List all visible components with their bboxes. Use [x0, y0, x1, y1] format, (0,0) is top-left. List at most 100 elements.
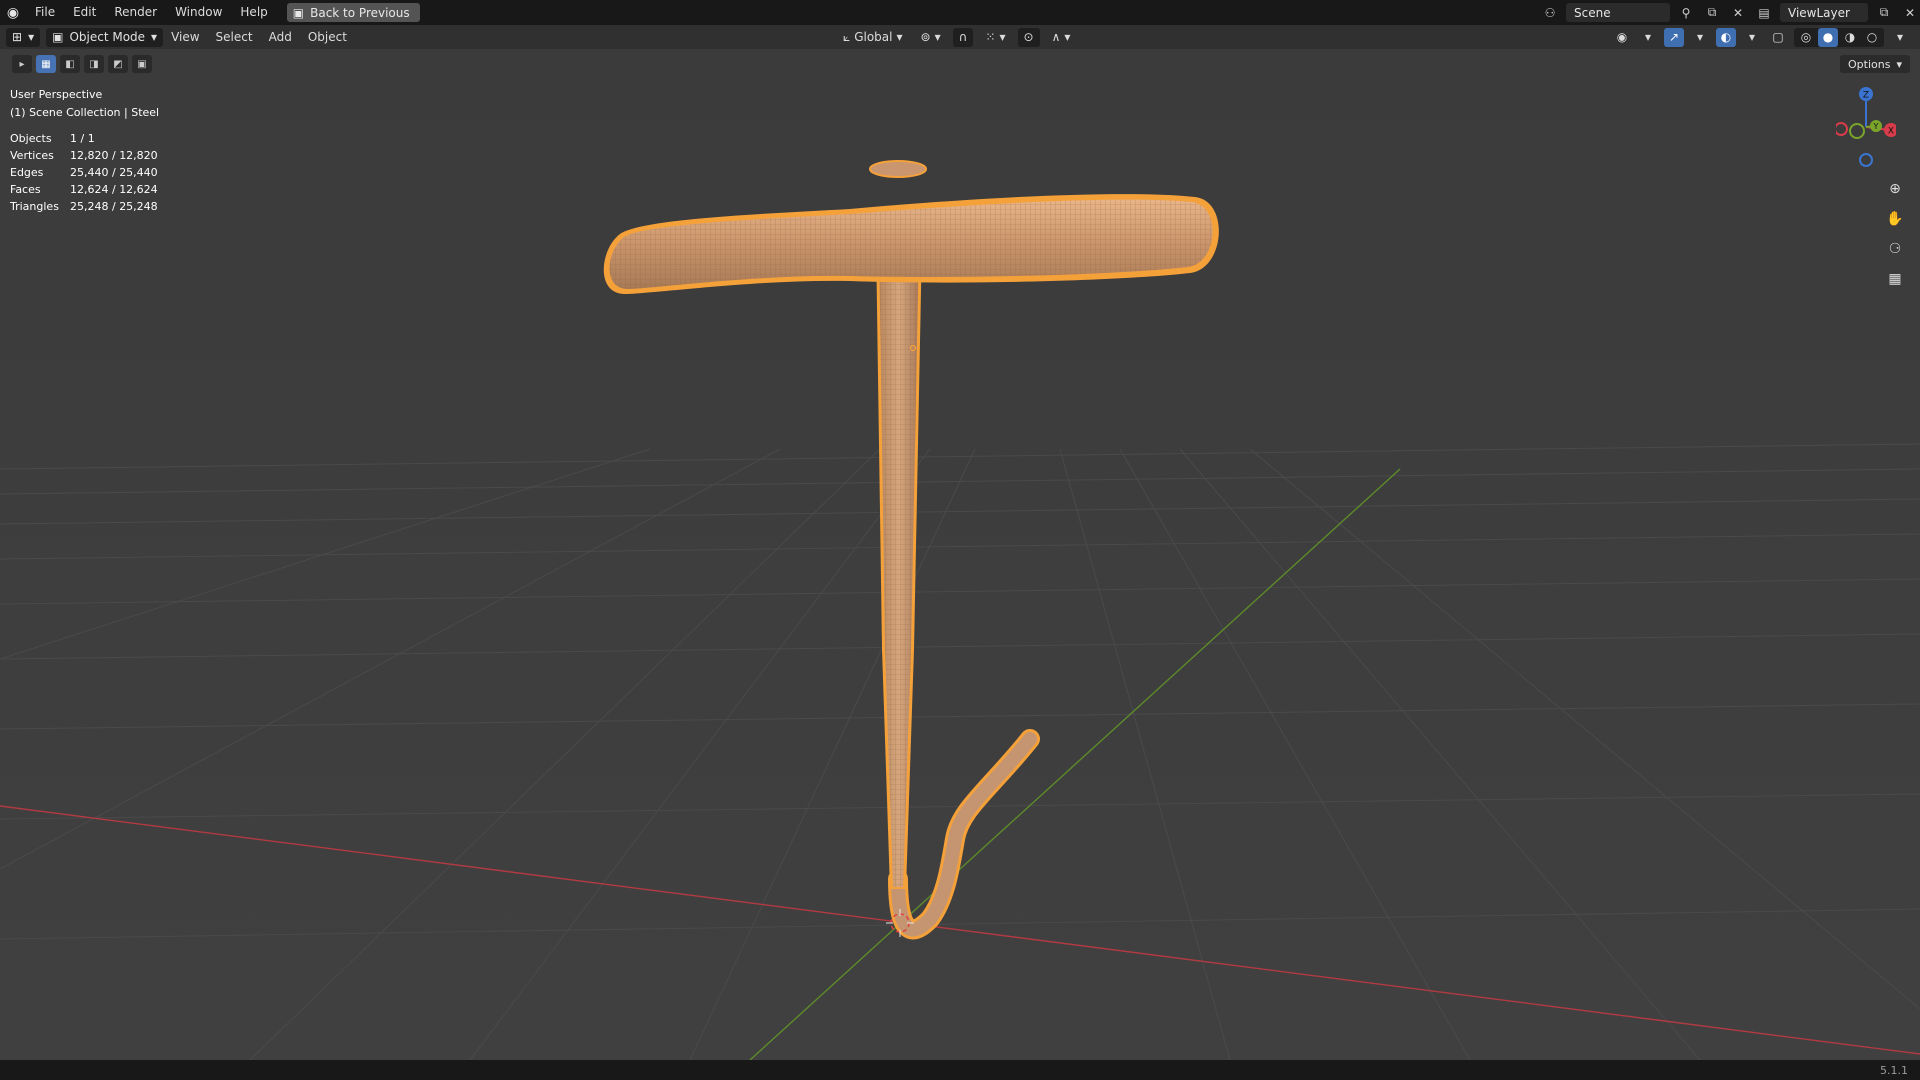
menu-add[interactable]: Add: [261, 30, 300, 44]
back-to-previous-button[interactable]: ▣ Back to Previous: [286, 3, 420, 22]
chevron-down-icon[interactable]: ▾: [1638, 28, 1658, 47]
view-layer-selector[interactable]: ViewLayer: [1780, 3, 1868, 22]
perspective-label: User Perspective: [10, 88, 103, 101]
view-layer-icon[interactable]: ▤: [1754, 3, 1774, 22]
options-dropdown[interactable]: Options ▾: [1840, 55, 1910, 73]
orthographic-grid-icon[interactable]: ▦: [1882, 266, 1908, 292]
viewport-canvas[interactable]: [0, 49, 1920, 1060]
close-layer-icon[interactable]: ✕: [1900, 3, 1920, 22]
material-shading-icon[interactable]: ◑: [1840, 28, 1860, 47]
version-label: 5.1.1: [1880, 1063, 1908, 1077]
scene-type-icon[interactable]: ⚇: [1540, 3, 1560, 22]
wireframe-shading-icon[interactable]: ◎: [1796, 28, 1816, 47]
zoom-icon[interactable]: ⊕: [1882, 176, 1908, 202]
blender-logo-icon[interactable]: ◉: [0, 0, 26, 25]
gizmo-z-label: Z: [1863, 91, 1869, 101]
stat-value: 25,248 / 25,248: [70, 200, 158, 213]
gizmo-x-label: X: [1888, 127, 1894, 137]
proportional-edit-toggle[interactable]: ⊙: [1017, 27, 1040, 47]
scene-selector[interactable]: Scene: [1566, 3, 1670, 22]
collection-label: (1) Scene Collection | Steel: [10, 106, 160, 119]
chevron-down-icon: ▾: [934, 30, 941, 44]
menu-object[interactable]: Object: [300, 30, 355, 44]
stat-value: 25,440 / 25,440: [70, 166, 158, 179]
navigation-gizmo[interactable]: Z X Y: [1836, 82, 1896, 172]
mode-dropdown[interactable]: ▣ Object Mode ▾: [46, 27, 164, 47]
chevron-down-icon[interactable]: ▾: [1690, 28, 1710, 47]
select-box-extend-icon[interactable]: ◧: [60, 55, 80, 73]
snap-toggle[interactable]: ∩: [952, 27, 974, 47]
new-scene-icon[interactable]: ⧉: [1702, 3, 1722, 22]
select-box-subtract-icon[interactable]: ◨: [84, 55, 104, 73]
stat-row: Faces 12,624 / 12,624: [10, 181, 158, 198]
camera-view-icon[interactable]: ⚆: [1882, 236, 1908, 262]
gizmo-y-label: Y: [1873, 122, 1879, 131]
stat-value: 12,624 / 12,624: [70, 183, 158, 196]
selection-mode-toolbar: ▸ ▦ ◧ ◨ ◩ ▣: [12, 55, 152, 75]
gizmo-neg-y-ball[interactable]: [1849, 123, 1865, 139]
menu-file[interactable]: File: [26, 0, 64, 25]
snap-target-dropdown[interactable]: ⁙ ▾: [979, 28, 1011, 47]
top-bar: ◉ File Edit Render Window Help ▣ Back to…: [0, 0, 1920, 25]
new-layer-icon[interactable]: ⧉: [1874, 3, 1894, 22]
editor-type-dropdown[interactable]: ⊞ ▾: [6, 27, 41, 47]
orientation-axes-icon: ⟀: [843, 29, 851, 44]
overlays-toggle-icon[interactable]: ◐: [1716, 27, 1736, 47]
menu-edit[interactable]: Edit: [64, 0, 105, 25]
gizmo-neg-x-ball[interactable]: [1836, 122, 1848, 136]
gizmo-neg-z-ball[interactable]: [1859, 153, 1873, 167]
scene-name: Scene: [1574, 5, 1611, 20]
chevron-down-icon: ▾: [999, 30, 1006, 44]
chevron-down-icon: ▾: [28, 30, 35, 44]
orientation-label: Global: [854, 30, 893, 44]
mode-label: Object Mode: [69, 30, 146, 44]
chevron-down-icon[interactable]: ▾: [1742, 28, 1762, 47]
select-box-invert-icon[interactable]: ◩: [108, 55, 128, 73]
stat-label: Faces: [10, 183, 41, 196]
viewport-display-tools: ◉ ▾ ↗ ▾ ◐ ▾ ▢ ◎ ● ◑ ○ ▾: [1612, 25, 1910, 49]
stat-row: Triangles 25,248 / 25,248: [10, 198, 158, 215]
chevron-down-icon: ▾: [896, 30, 903, 44]
pan-hand-icon[interactable]: ✋: [1882, 206, 1908, 232]
magnet-icon: ∩: [958, 30, 968, 44]
pin-icon[interactable]: ⚲: [1676, 3, 1696, 22]
menu-window[interactable]: Window: [166, 0, 231, 25]
menu-help[interactable]: Help: [231, 0, 276, 25]
shading-modes: ◎ ● ◑ ○: [1794, 27, 1884, 47]
stat-label: Vertices: [10, 149, 54, 162]
select-box-new-icon[interactable]: ▦: [36, 55, 56, 73]
gizmo-toggle-icon[interactable]: ↗: [1664, 27, 1684, 47]
grid-snap-icon: ⁙: [985, 30, 996, 44]
close-scene-icon[interactable]: ✕: [1728, 3, 1748, 22]
scene-statistics: Objects 1 / 1 Vertices 12,820 / 12,820 E…: [10, 130, 158, 215]
visibility-eye-icon[interactable]: ◉: [1612, 28, 1632, 47]
editor-type-icon: ⊞: [12, 30, 23, 44]
solid-shading-icon[interactable]: ●: [1818, 27, 1838, 47]
select-box-intersect-icon[interactable]: ▣: [132, 55, 152, 73]
menu-view[interactable]: View: [163, 30, 207, 44]
rendered-shading-icon[interactable]: ○: [1862, 28, 1882, 47]
view-layer-name: ViewLayer: [1788, 5, 1850, 20]
stat-value: 1 / 1: [70, 132, 95, 145]
back-to-previous-label: Back to Previous: [310, 5, 410, 20]
pivot-point-dropdown[interactable]: ⊚ ▾: [915, 28, 947, 47]
stat-label: Edges: [10, 166, 44, 179]
select-tool-icon[interactable]: ▸: [12, 55, 32, 73]
stat-label: Triangles: [10, 200, 59, 213]
falloff-curve-icon: ∧: [1051, 30, 1061, 44]
stat-value: 12,820 / 12,820: [70, 149, 158, 162]
workspace-right-controls: ⚇ Scene ⚲ ⧉ ✕ ▤ ViewLayer ⧉ ✕: [1540, 0, 1920, 25]
viewport-navigation-tools: ⊕ ✋ ⚆ ▦: [1882, 176, 1908, 292]
menu-select[interactable]: Select: [208, 30, 261, 44]
menu-render[interactable]: Render: [105, 0, 166, 25]
pivot-icon: ⊚: [920, 30, 931, 44]
stat-row: Vertices 12,820 / 12,820: [10, 147, 158, 164]
chevron-down-icon[interactable]: ▾: [1890, 28, 1910, 47]
xray-toggle-icon[interactable]: ▢: [1768, 28, 1788, 47]
back-screen-icon: ▣: [292, 5, 305, 20]
chevron-down-icon: ▾: [151, 30, 158, 44]
viewport-header: ⊞ ▾ ▣ Object Mode ▾ View Select Add Obje…: [0, 25, 1920, 49]
stat-row: Objects 1 / 1: [10, 130, 158, 147]
transform-orientation-dropdown[interactable]: ⟀ Global ▾: [837, 28, 909, 47]
falloff-dropdown[interactable]: ∧ ▾: [1046, 28, 1077, 47]
